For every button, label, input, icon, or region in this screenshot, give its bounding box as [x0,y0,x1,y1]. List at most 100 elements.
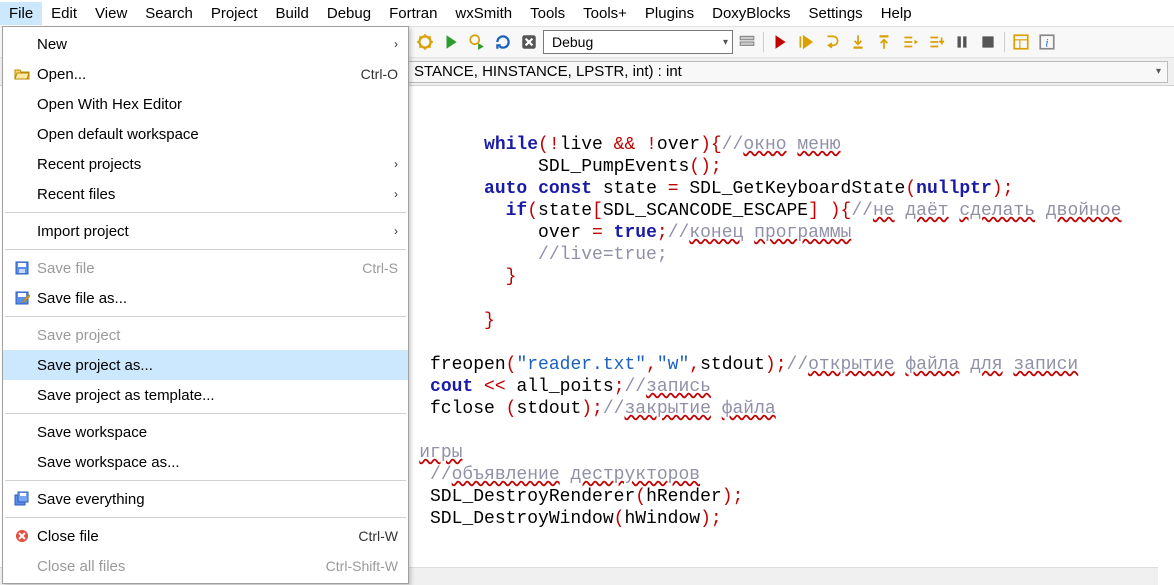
menu-item-label: Save workspace as... [37,454,398,471]
open-icon [7,66,37,82]
file-menu-open[interactable]: Open...Ctrl-O [3,59,408,89]
code-line: } [376,266,1174,288]
file-menu-save-workspace[interactable]: Save workspace [3,417,408,447]
code-line [376,288,1174,310]
debug-windows-icon[interactable] [1009,30,1033,54]
code-line: freopen("reader.txt","w",stdout);//откры… [376,354,1174,376]
close-icon [7,528,37,544]
step-into-instr-icon[interactable] [924,30,948,54]
menu-settings[interactable]: Settings [799,2,871,25]
step-out-icon[interactable] [872,30,896,54]
menu-item-label: Open default workspace [37,126,398,143]
stop-debug-icon[interactable] [976,30,1000,54]
file-menu-dropdown: New›Open...Ctrl-OOpen With Hex EditorOpe… [2,26,409,584]
build-icon[interactable] [413,30,437,54]
menu-item-label: New [37,36,384,53]
submenu-arrow-icon: › [384,224,398,238]
build-target-combo[interactable]: Debug ▾ [543,30,733,54]
file-menu-new[interactable]: New› [3,29,408,59]
save-icon [7,260,37,276]
file-menu-close-file[interactable]: Close fileCtrl-W [3,521,408,551]
run-to-cursor-icon[interactable] [794,30,818,54]
file-menu-save-file-as[interactable]: Save file as... [3,283,408,313]
menu-build[interactable]: Build [267,2,318,25]
menu-item-label: Open... [37,66,351,83]
file-menu-recent-files[interactable]: Recent files› [3,179,408,209]
save-all-icon [7,491,37,507]
file-menu-open-with-hex-editor[interactable]: Open With Hex Editor [3,89,408,119]
code-line: } [376,310,1174,332]
step-into-icon[interactable] [846,30,870,54]
menu-plugins[interactable]: Plugins [636,2,703,25]
code-line: SDL_DestroyWindow(hWindow); [376,508,1174,530]
code-line: fclose (stdout);//закрытие файла [376,398,1174,420]
submenu-arrow-icon: › [384,37,398,51]
menu-help[interactable]: Help [872,2,921,25]
file-menu-save-project-as[interactable]: Save project as... [3,350,408,380]
targets-icon[interactable] [735,30,759,54]
file-menu-save-everything[interactable]: Save everything [3,484,408,514]
menu-item-label: Recent projects [37,156,384,173]
menu-separator [5,517,406,518]
code-line [376,332,1174,354]
menu-item-accelerator: Ctrl-S [352,260,398,276]
menu-item-label: Close all files [37,558,316,575]
code-line: SDL_PumpEvents(); [376,156,1174,178]
file-menu-save-project-as-template[interactable]: Save project as template... [3,380,408,410]
build-target-label: Debug [552,34,593,50]
abort-icon[interactable] [517,30,541,54]
menu-item-label: Save file [37,260,352,277]
file-menu-recent-projects[interactable]: Recent projects› [3,149,408,179]
function-signature: STANCE, HINSTANCE, LPSTR, int) : int [414,63,682,80]
build-run-icon[interactable] [465,30,489,54]
menu-fortran[interactable]: Fortran [380,2,446,25]
menu-item-accelerator: Ctrl-O [351,66,398,82]
code-line: if(state[SDL_SCANCODE_ESCAPE] ){//не даё… [376,200,1174,222]
menu-item-accelerator: Ctrl-W [348,528,398,544]
menu-view[interactable]: View [86,2,136,25]
next-instr-icon[interactable] [898,30,922,54]
file-menu-close-all-files: Close all filesCtrl-Shift-W [3,551,408,581]
menu-item-label: Save workspace [37,424,398,441]
file-menu-save-file: Save fileCtrl-S [3,253,408,283]
menu-item-accelerator: Ctrl-Shift-W [316,558,398,574]
menu-debug[interactable]: Debug [318,2,380,25]
menu-tools[interactable]: Tools [521,2,574,25]
menu-item-label: Save project [37,327,398,344]
menu-separator [5,480,406,481]
menu-doxyblocks[interactable]: DoxyBlocks [703,2,799,25]
menu-wxsmith[interactable]: wxSmith [446,2,521,25]
rebuild-icon[interactable] [491,30,515,54]
code-line: cout << all_poits;//запись [376,376,1174,398]
code-line: //live=true; [376,244,1174,266]
code-line: SDL_DestroyRenderer(hRender); [376,486,1174,508]
menu-item-label: Save file as... [37,290,398,307]
file-menu-import-project[interactable]: Import project› [3,216,408,246]
code-line: while(!live && !over){//окно меню [376,134,1174,156]
file-menu-save-project: Save project [3,320,408,350]
menu-separator [5,316,406,317]
save-as-icon [7,290,37,306]
menu-search[interactable]: Search [136,2,202,25]
next-line-icon[interactable] [820,30,844,54]
menubar: FileEditViewSearchProjectBuildDebugFortr… [0,0,1174,26]
debug-start-icon[interactable] [768,30,792,54]
menu-item-label: Save everything [37,491,398,508]
info-icon[interactable]: i [1035,30,1059,54]
menu-separator [5,413,406,414]
menu-toolsplus[interactable]: Tools+ [574,2,636,25]
file-menu-save-workspace-as[interactable]: Save workspace as... [3,447,408,477]
menu-edit[interactable]: Edit [42,2,86,25]
menu-item-label: Import project [37,223,384,240]
menu-file[interactable]: File [0,2,42,25]
function-combo[interactable]: STANCE, HINSTANCE, LPSTR, int) : int ▾ [407,61,1168,83]
run-icon[interactable] [439,30,463,54]
file-menu-open-default-workspace[interactable]: Open default workspace [3,119,408,149]
menu-project[interactable]: Project [202,2,267,25]
break-icon[interactable] [950,30,974,54]
menu-item-label: Save project as template... [37,387,398,404]
submenu-arrow-icon: › [384,157,398,171]
menu-separator [5,212,406,213]
svg-text:i: i [1045,38,1048,50]
code-line: нец игры [376,442,1174,464]
